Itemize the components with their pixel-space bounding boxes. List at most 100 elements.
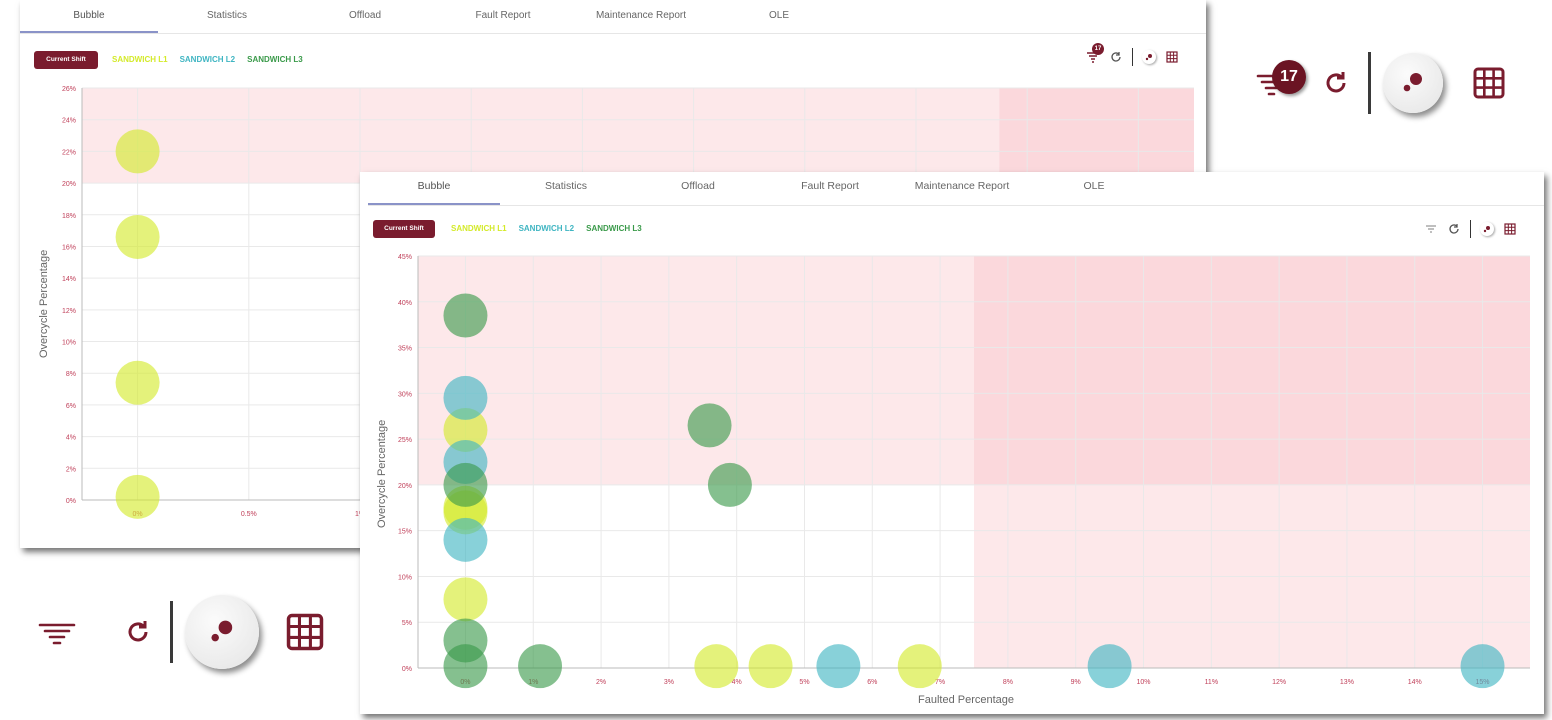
legend: SANDWICH L1 SANDWICH L2 SANDWICH L3 — [451, 224, 642, 233]
refresh-icon[interactable] — [118, 612, 158, 652]
dashboard-panel-front: Bubble Statistics Offload Fault Report M… — [360, 172, 1544, 714]
legend-item-l2[interactable]: SANDWICH L2 — [519, 224, 575, 233]
x-tick-label: 8% — [1003, 679, 1013, 686]
tab-offload[interactable]: Offload — [632, 172, 764, 205]
bubble-sandwich-l3 — [443, 293, 488, 338]
toolbar-divider — [1470, 220, 1471, 238]
refresh-icon[interactable] — [1316, 63, 1356, 103]
y-tick-label: 20% — [398, 483, 412, 490]
bubble-sandwich-l1 — [748, 644, 793, 689]
tab-statistics[interactable]: Statistics — [158, 0, 296, 33]
x-tick-label: 14% — [1408, 679, 1422, 686]
alert-zone-overlap — [974, 256, 1530, 485]
filter-icon[interactable] — [1424, 222, 1438, 236]
bubble-chart-icon[interactable] — [185, 595, 259, 669]
toolbar-zoom-with-badge: 17 — [1256, 52, 1509, 114]
grid-icon[interactable] — [1503, 222, 1517, 236]
chart-svg: 0%5%10%15%20%25%30%35%40%45%0%1%2%3%4%5%… — [398, 254, 1530, 689]
y-tick-label: 45% — [398, 254, 412, 261]
y-tick-label: 0% — [66, 498, 76, 505]
legend-item-l3[interactable]: SANDWICH L3 — [247, 55, 303, 64]
bubble-sandwich-l2 — [816, 644, 861, 689]
toolbar-divider — [170, 601, 173, 663]
filter-icon[interactable]: 17 — [1086, 43, 1104, 64]
y-tick-label: 14% — [62, 276, 76, 283]
bubble-sandwich-l1 — [115, 360, 160, 405]
grid-icon[interactable] — [1469, 63, 1509, 103]
y-tick-label: 15% — [398, 529, 412, 536]
bubble-sandwich-l1 — [694, 644, 739, 689]
y-tick-label: 6% — [66, 403, 76, 410]
toolbar-divider — [1132, 48, 1133, 66]
y-tick-label: 12% — [62, 308, 76, 315]
x-tick-label: 12% — [1272, 679, 1286, 686]
tab-maintenance-report[interactable]: Maintenance Report — [896, 172, 1028, 205]
bubble-sandwich-l3 — [518, 644, 563, 689]
x-tick-label: 9% — [1071, 679, 1081, 686]
tab-fault-report[interactable]: Fault Report — [764, 172, 896, 205]
y-tick-label: 26% — [62, 86, 76, 93]
y-tick-label: 20% — [62, 181, 76, 188]
filter-count-badge: 17 — [1092, 43, 1104, 55]
chart-toolbar: 17 — [1086, 43, 1179, 66]
toolbar-divider — [1368, 52, 1371, 114]
bubble-sandwich-l2 — [443, 517, 488, 562]
y-tick-label: 35% — [398, 346, 412, 353]
legend-item-l1[interactable]: SANDWICH L1 — [112, 55, 168, 64]
bubble-sandwich-l3 — [687, 403, 732, 448]
y-tick-label: 25% — [398, 437, 412, 444]
y-axis-label: Overcycle Percentage — [38, 249, 50, 358]
y-tick-label: 8% — [66, 371, 76, 378]
legend-item-l3[interactable]: SANDWICH L3 — [586, 224, 642, 233]
bubble-sandwich-l1 — [115, 129, 160, 174]
tab-bubble[interactable]: Bubble — [368, 172, 500, 205]
chart-toolbar — [1424, 220, 1517, 238]
x-tick-label: 10% — [1137, 679, 1151, 686]
bubble-sandwich-l1 — [443, 577, 488, 622]
bubble-chart-icon[interactable] — [1142, 50, 1156, 64]
grid-icon[interactable] — [1165, 50, 1179, 64]
tab-ole[interactable]: OLE — [1028, 172, 1160, 205]
toolbar-zoom — [38, 595, 325, 669]
bubble-sandwich-l2 — [443, 375, 488, 420]
filter-count-badge: 17 — [1272, 60, 1306, 94]
bubble-sandwich-l2 — [1087, 644, 1132, 689]
x-tick-label: 11% — [1205, 679, 1219, 686]
tab-maintenance-report[interactable]: Maintenance Report — [572, 0, 710, 33]
current-shift-button[interactable]: Current Shift — [34, 51, 98, 69]
tab-bubble[interactable]: Bubble — [20, 0, 158, 33]
tab-fault-report[interactable]: Fault Report — [434, 0, 572, 33]
y-tick-label: 4% — [66, 435, 76, 442]
y-axis-label: Overcycle Percentage — [376, 419, 388, 528]
current-shift-button[interactable]: Current Shift — [373, 220, 435, 238]
legend-item-l1[interactable]: SANDWICH L1 — [451, 224, 507, 233]
legend-item-l2[interactable]: SANDWICH L2 — [180, 55, 236, 64]
filter-icon[interactable] — [38, 617, 76, 647]
x-tick-label: 3% — [664, 679, 674, 686]
refresh-icon[interactable] — [1109, 50, 1123, 64]
y-tick-label: 24% — [62, 118, 76, 125]
alert-zone-overlap — [999, 88, 1194, 184]
bubble-chart-icon[interactable] — [1383, 53, 1443, 113]
refresh-icon[interactable] — [1447, 222, 1461, 236]
legend: SANDWICH L1 SANDWICH L2 SANDWICH L3 — [112, 55, 303, 64]
y-tick-label: 22% — [62, 149, 76, 156]
y-tick-label: 5% — [402, 620, 412, 627]
bubble-chart-icon[interactable] — [1480, 222, 1494, 236]
bubble-chart-front: 0%5%10%15%20%25%30%35%40%45%0%1%2%3%4%5%… — [398, 254, 1530, 689]
y-tick-label: 10% — [398, 574, 412, 581]
tab-ole[interactable]: OLE — [710, 0, 848, 33]
y-tick-label: 2% — [66, 466, 76, 473]
y-tick-label: 10% — [62, 340, 76, 347]
filter-icon[interactable]: 17 — [1256, 60, 1306, 98]
y-tick-label: 18% — [62, 213, 76, 220]
x-tick-label: 6% — [867, 679, 877, 686]
y-tick-label: 40% — [398, 300, 412, 307]
x-tick-label: 2% — [596, 679, 606, 686]
x-tick-label: 0.5% — [241, 511, 257, 518]
tab-offload[interactable]: Offload — [296, 0, 434, 33]
grid-icon[interactable] — [285, 612, 325, 652]
tab-bar: Bubble Statistics Offload Fault Report M… — [368, 172, 1544, 206]
tab-statistics[interactable]: Statistics — [500, 172, 632, 205]
x-tick-label: 13% — [1340, 679, 1354, 686]
